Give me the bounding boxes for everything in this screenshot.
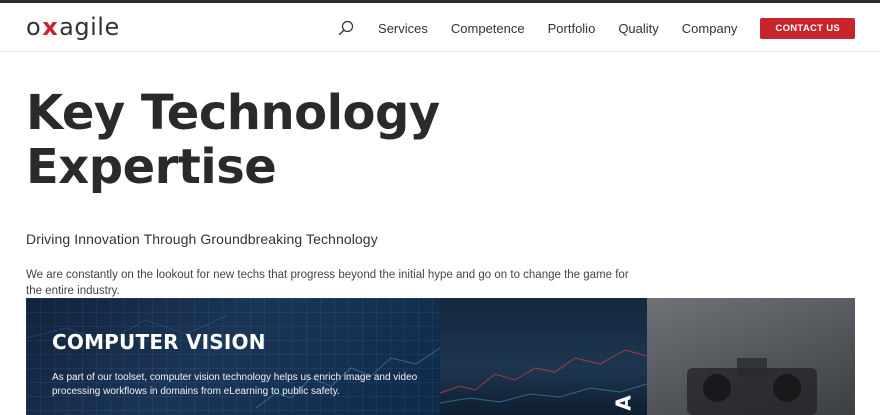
nav-services[interactable]: Services — [378, 21, 428, 36]
contact-us-button[interactable]: CONTACT US — [760, 17, 855, 39]
nav-quality[interactable]: Quality — [618, 21, 658, 36]
technology-card-3[interactable] — [647, 298, 855, 415]
logo-x: x — [42, 13, 59, 41]
card-title: COMPUTER VISION — [52, 330, 266, 354]
main-nav: Services Competence Portfolio Quality Co… — [338, 16, 855, 40]
oxagile-logo[interactable]: o x agile — [26, 13, 120, 41]
page-description: We are constantly on the lookout for new… — [26, 269, 629, 297]
search-icon[interactable] — [338, 19, 356, 37]
computer-vision-card[interactable]: COMPUTER VISION As part of our toolset, … — [26, 298, 440, 415]
nav-competence[interactable]: Competence — [451, 21, 525, 36]
title-line-2: Expertise — [26, 139, 277, 195]
nav-company[interactable]: Company — [682, 21, 738, 36]
card-vertical-title: A — [611, 395, 636, 411]
nav-portfolio[interactable]: Portfolio — [548, 21, 596, 36]
logo-suffix: agile — [59, 13, 120, 41]
device-photo — [687, 358, 817, 415]
logo-prefix: o — [26, 13, 42, 41]
technology-card-2[interactable]: A — [440, 298, 647, 415]
page-title: Key Technology Expertise — [26, 86, 626, 194]
site-header: o x agile Services Competence Portfolio Qu… — [0, 0, 880, 52]
page-subtitle: Driving Innovation Through Groundbreakin… — [26, 231, 378, 247]
title-line-1: Key Technology — [26, 85, 440, 141]
page: o x agile Services Competence Portfolio Qu… — [0, 0, 880, 415]
card-description: As part of our toolset, computer vision … — [52, 372, 418, 397]
